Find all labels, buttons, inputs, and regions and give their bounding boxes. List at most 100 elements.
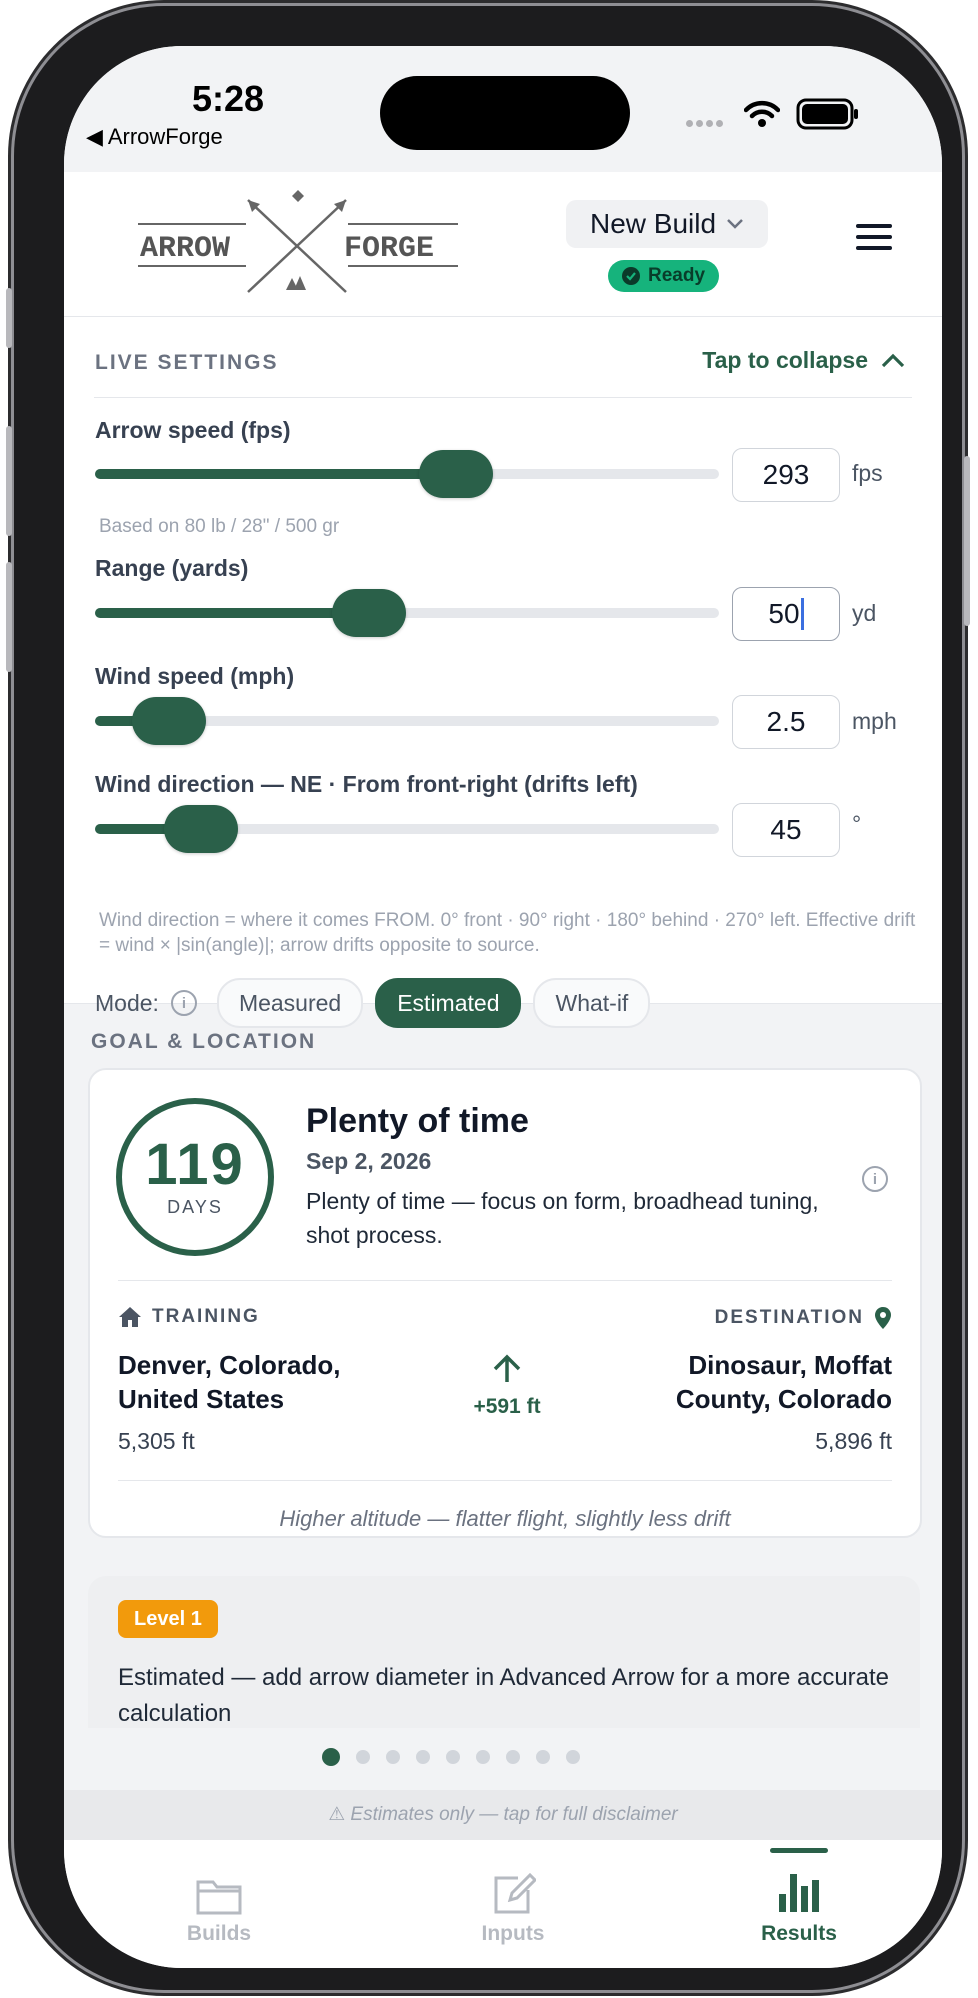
- goal-heading: Plenty of time: [306, 1102, 529, 1140]
- screen: 5:28 ◀ ArrowForge ARROW FORGE New Build …: [64, 46, 942, 1968]
- warning-icon: ⚠: [328, 1804, 351, 1825]
- edit-icon: [494, 1872, 536, 1914]
- tab-bar: Builds Inputs Results: [64, 1840, 942, 1968]
- mode-label: Mode:: [95, 989, 159, 1016]
- mode-whatif-pill[interactable]: What-if: [533, 978, 651, 1028]
- slider-fill: [95, 469, 456, 479]
- tab-builds[interactable]: Builds: [139, 1872, 299, 1946]
- bar-chart-icon: [779, 1874, 819, 1912]
- page-dot[interactable]: [476, 1750, 490, 1764]
- arrow-speed-hint: Based on 80 lb / 28" / 500 gr: [99, 516, 340, 537]
- home-icon: [119, 1307, 141, 1327]
- goal-date: Sep 2, 2026: [306, 1148, 432, 1174]
- arrow-speed-label: Arrow speed (fps): [95, 417, 291, 443]
- slider-thumb[interactable]: [419, 450, 493, 498]
- level-card[interactable]: Level 1 Estimated — add arrow diameter i…: [88, 1576, 920, 1728]
- volume-up-button: [6, 426, 12, 536]
- build-select-value: New Build: [589, 208, 717, 239]
- back-app-label: ArrowForge: [107, 124, 223, 149]
- chevron-down-icon: [727, 219, 743, 229]
- power-button: [964, 456, 970, 626]
- training-label-row: TRAINING: [118, 1306, 260, 1328]
- training-label: TRAINING: [152, 1306, 260, 1327]
- page-dot[interactable]: [446, 1750, 460, 1764]
- tab-results-label: Results: [761, 1922, 837, 1945]
- hamburger-menu-icon[interactable]: [856, 224, 892, 252]
- live-settings-title: LIVE SETTINGS: [95, 351, 279, 374]
- slider-thumb[interactable]: [332, 589, 406, 637]
- mode-selector: Mode: i Measured Estimated What-if: [95, 978, 651, 1028]
- tab-builds-label: Builds: [186, 1922, 252, 1945]
- wind-speed-input[interactable]: 2.5: [732, 695, 840, 749]
- wind-speed-unit: mph: [852, 708, 897, 734]
- wind-direction-value: 45: [770, 814, 802, 845]
- status-time: 5:28: [192, 78, 265, 119]
- training-altitude: 5,305 ft: [118, 1428, 195, 1454]
- level-badge: Level 1: [118, 1600, 218, 1638]
- battery-icon: [796, 98, 858, 130]
- destination-label-row: DESTINATION: [715, 1306, 892, 1330]
- map-pin-icon: [875, 1307, 891, 1329]
- arrow-speed-input[interactable]: 293: [732, 448, 840, 502]
- disclaimer-bar[interactable]: ⚠ Estimates only — tap for full disclaim…: [64, 1790, 942, 1840]
- phone-frame: 5:28 ◀ ArrowForge ARROW FORGE New Build …: [6, 6, 970, 1990]
- info-icon[interactable]: i: [170, 990, 197, 1016]
- wind-speed-slider[interactable]: [95, 697, 719, 745]
- info-icon[interactable]: i: [862, 1166, 888, 1192]
- wind-speed-value: 2.5: [766, 706, 806, 737]
- dynamic-island: [380, 76, 630, 150]
- wifi-icon: [744, 100, 780, 127]
- slider-thumb[interactable]: [132, 697, 206, 745]
- slider-fill: [95, 608, 369, 618]
- signal-icon: [686, 114, 726, 132]
- destination-altitude: 5,896 ft: [815, 1428, 892, 1454]
- logo-word-forge: FORGE: [344, 232, 434, 266]
- wind-direction-input[interactable]: 45: [732, 803, 840, 857]
- wind-speed-label: Wind speed (mph): [95, 663, 295, 689]
- page-dot[interactable]: [322, 1748, 340, 1766]
- goal-card: 119 DAYS Plenty of time Sep 2, 2026 Plen…: [88, 1068, 922, 1538]
- days-label: DAYS: [167, 1196, 223, 1217]
- mode-measured-pill[interactable]: Measured: [216, 978, 364, 1028]
- action-button: [6, 288, 12, 348]
- arrow-speed-value: 293: [762, 459, 810, 490]
- page-dot[interactable]: [566, 1750, 580, 1764]
- page-dot[interactable]: [386, 1750, 400, 1764]
- text-caret: [800, 598, 804, 630]
- build-select[interactable]: New Build: [566, 200, 768, 248]
- range-unit: yd: [852, 600, 877, 626]
- range-value: 50: [768, 598, 800, 629]
- destination-place: Dinosaur, Moffat County, Colorado: [675, 1350, 892, 1414]
- wind-direction-unit: °: [852, 811, 862, 837]
- page-dot[interactable]: [506, 1750, 520, 1764]
- page-indicator[interactable]: [64, 1748, 890, 1766]
- collapse-toggle[interactable]: Tap to collapse: [702, 347, 906, 374]
- tab-inputs[interactable]: Inputs: [433, 1872, 593, 1946]
- mode-estimated-pill[interactable]: Estimated: [375, 978, 522, 1028]
- goal-location-title: GOAL & LOCATION: [91, 1030, 317, 1053]
- app-header: ARROW FORGE New Build Ready: [64, 172, 942, 317]
- back-triangle-icon: ◀: [86, 124, 108, 149]
- page-dot[interactable]: [356, 1750, 370, 1764]
- range-input[interactable]: 50: [732, 587, 840, 641]
- chevron-up-icon: [881, 353, 905, 367]
- page-dot[interactable]: [416, 1750, 430, 1764]
- divider: [118, 1480, 892, 1481]
- status-bar: 5:28 ◀ ArrowForge: [64, 46, 942, 172]
- training-place: Denver, Colorado, United States: [118, 1350, 341, 1414]
- page-dot[interactable]: [536, 1750, 550, 1764]
- arrow-up-icon: [493, 1354, 521, 1382]
- range-slider[interactable]: [95, 589, 719, 637]
- collapse-label: Tap to collapse: [702, 347, 868, 373]
- days-count: 119: [145, 1131, 245, 1197]
- active-tab-indicator: [770, 1848, 828, 1853]
- days-remaining-ring: 119 DAYS: [116, 1098, 274, 1256]
- wind-direction-slider[interactable]: [95, 805, 719, 853]
- divider: [94, 397, 912, 398]
- slider-thumb[interactable]: [164, 805, 238, 853]
- arrow-speed-slider[interactable]: [95, 450, 719, 498]
- back-to-app-link[interactable]: ◀ ArrowForge: [86, 124, 223, 150]
- altitude-note: Higher altitude — flatter flight, slight…: [279, 1506, 731, 1531]
- logo-word-arrow: ARROW: [140, 232, 230, 266]
- tab-results[interactable]: Results: [719, 1872, 879, 1946]
